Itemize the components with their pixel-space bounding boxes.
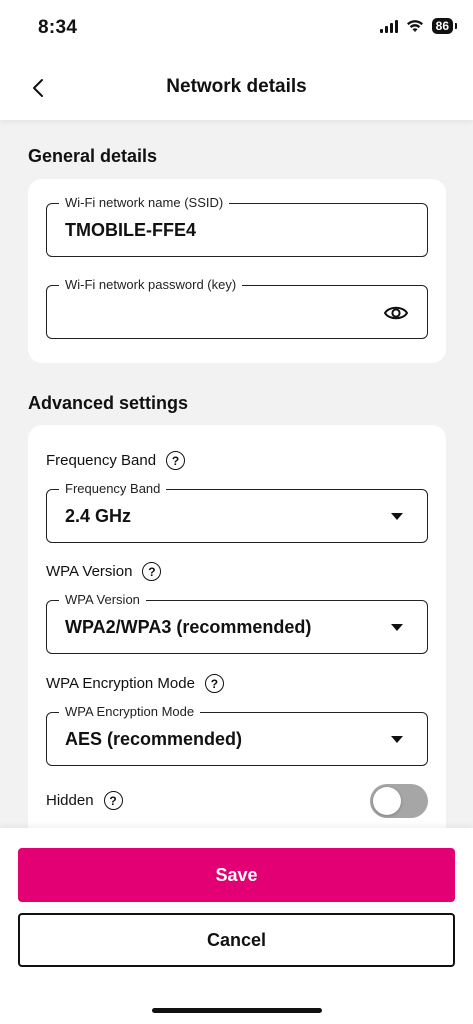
help-icon[interactable]: ?	[103, 791, 123, 810]
wpa-version-row-label: WPA Version	[46, 563, 133, 580]
status-bar: 8:34 86	[0, 0, 473, 56]
password-field[interactable]: Wi‑Fi network password (key)	[46, 277, 428, 339]
encryption-mode-row: WPA Encryption Mode ?	[46, 674, 224, 693]
password-label: Wi‑Fi network password (key)	[59, 277, 243, 292]
status-time: 8:34	[38, 17, 78, 38]
hidden-row: Hidden ?	[46, 791, 123, 810]
ssid-value: TMOBILE-FFE4	[65, 220, 196, 240]
encryption-mode-value: AES (recommended)	[65, 729, 243, 749]
general-details-title: General details	[28, 146, 158, 166]
wifi-icon	[406, 20, 423, 32]
ssid-field[interactable]: Wi‑Fi network name (SSID) TMOBILE-FFE4	[46, 195, 428, 257]
caret-down-icon	[391, 513, 403, 520]
encryption-mode-label: WPA Encryption Mode	[59, 704, 201, 719]
toggle-knob	[373, 787, 401, 815]
wpa-version-label: WPA Version	[59, 592, 146, 607]
help-icon[interactable]: ?	[204, 674, 224, 693]
caret-down-icon	[391, 624, 403, 631]
show-password-button[interactable]	[383, 300, 409, 326]
frequency-band-label: Frequency Band	[59, 481, 167, 496]
app-header: Network details	[0, 56, 473, 120]
frequency-band-row: Frequency Band ?	[46, 451, 186, 470]
home-indicator[interactable]	[152, 1008, 322, 1013]
general-details-card: Wi‑Fi network name (SSID) TMOBILE-FFE4 W…	[28, 179, 446, 363]
signal-icon	[379, 19, 398, 33]
encryption-mode-row-label: WPA Encryption Mode	[46, 675, 195, 692]
help-icon[interactable]: ?	[142, 562, 162, 581]
save-button[interactable]: Save	[18, 848, 455, 902]
caret-down-icon	[391, 736, 403, 743]
page-title: Network details	[166, 76, 307, 97]
encryption-mode-select[interactable]: WPA Encryption Mode AES (recommended)	[46, 704, 428, 766]
battery-icon: 86	[431, 18, 458, 34]
wpa-version-value: WPA2/WPA3 (recommended)	[65, 617, 312, 637]
wpa-version-row: WPA Version ?	[46, 562, 162, 581]
help-icon[interactable]: ?	[166, 451, 186, 470]
hidden-toggle[interactable]	[370, 784, 428, 818]
eye-icon	[383, 306, 409, 320]
cancel-button[interactable]: Cancel	[18, 913, 455, 967]
advanced-settings-title: Advanced settings	[28, 393, 189, 413]
bottom-action-panel: Save Cancel	[0, 828, 473, 1024]
ssid-label: Wi‑Fi network name (SSID)	[59, 195, 230, 210]
advanced-settings-card: Frequency Band ? Frequency Band 2.4 GHz …	[28, 425, 446, 885]
frequency-band-row-label: Frequency Band	[46, 452, 157, 469]
frequency-band-value: 2.4 GHz	[65, 506, 132, 526]
wpa-version-select[interactable]: WPA Version WPA2/WPA3 (recommended)	[46, 592, 428, 654]
hidden-label: Hidden	[46, 792, 94, 809]
status-icons: 86	[379, 18, 458, 34]
frequency-band-select[interactable]: Frequency Band 2.4 GHz	[46, 481, 428, 543]
